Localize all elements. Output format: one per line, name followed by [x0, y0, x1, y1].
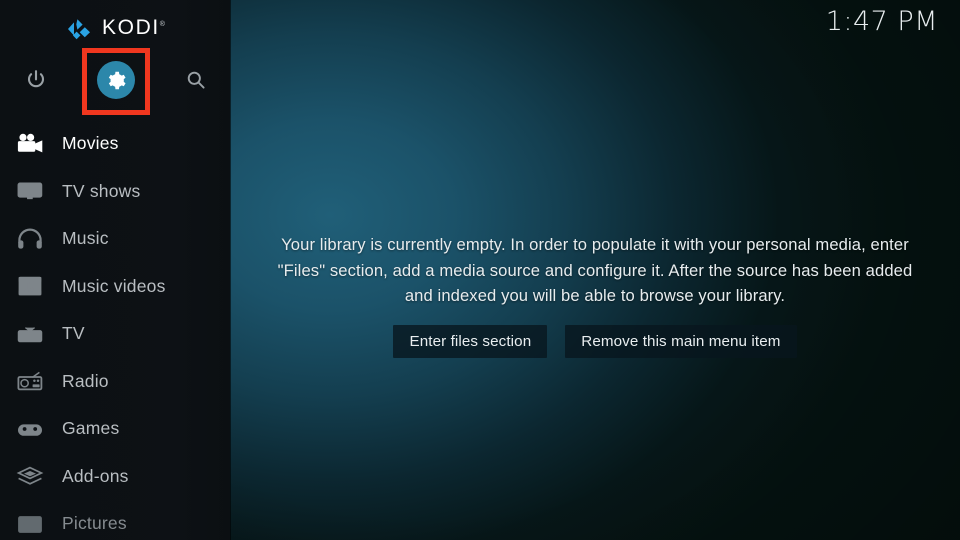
picture-icon	[10, 508, 50, 540]
remove-main-menu-item-button[interactable]: Remove this main menu item	[565, 324, 797, 358]
sidebar-item-music-videos[interactable]: Music videos	[0, 263, 230, 311]
kodi-home-screen: 1:47 PM KODI® Movies TV shows Music Musi…	[0, 0, 960, 540]
sidebar-item-tv-shows[interactable]: TV shows	[0, 168, 230, 216]
sidebar-item-add-ons[interactable]: Add-ons	[0, 453, 230, 501]
gear-icon	[108, 71, 126, 89]
sidebar-item-label: Radio	[62, 370, 109, 391]
sidebar-item-label: Movies	[62, 133, 119, 154]
sidebar-item-music[interactable]: Music	[0, 215, 230, 263]
sidebar-item-label: Music	[62, 228, 109, 249]
search-button[interactable]	[172, 56, 220, 104]
clock: 1:47 PM	[825, 6, 938, 37]
kodi-logo: KODI®	[0, 14, 230, 44]
sidebar-item-label: Games	[62, 418, 120, 439]
sidebar-item-label: Add-ons	[62, 465, 129, 486]
sidebar-item-label: TV	[62, 323, 85, 344]
sidebar-item-label: Music videos	[62, 275, 166, 296]
settings-button[interactable]	[92, 56, 140, 104]
kodi-logo-icon	[68, 19, 91, 40]
sidebar-item-label: TV shows	[62, 180, 141, 201]
gamepad-icon	[10, 413, 50, 445]
sidebar-item-radio[interactable]: Radio	[0, 358, 230, 406]
main-menu: Movies TV shows Music Music videos TV Ra…	[0, 120, 230, 540]
sidebar-top-actions	[0, 56, 230, 106]
main-content: Your library is currently empty. In orde…	[230, 0, 960, 540]
sidebar-item-pictures[interactable]: Pictures	[0, 500, 230, 540]
trademark-symbol: ®	[159, 21, 165, 28]
sidebar-item-games[interactable]: Games	[0, 405, 230, 453]
search-icon	[187, 71, 205, 89]
movie-camera-icon	[10, 128, 50, 160]
settings-circle	[97, 61, 135, 99]
action-button-row: Enter files section Remove this main men…	[393, 324, 797, 358]
addon-box-icon	[10, 460, 50, 492]
empty-library-message: Your library is currently empty. In orde…	[277, 235, 913, 305]
music-film-icon	[10, 270, 50, 302]
sidebar: KODI® Movies TV shows Music Music videos…	[0, 0, 230, 540]
kodi-logo-text: KODI®	[102, 16, 165, 39]
power-icon	[27, 70, 45, 88]
power-button[interactable]	[12, 56, 60, 104]
radio-icon	[10, 365, 50, 397]
sidebar-item-movies[interactable]: Movies	[0, 120, 230, 168]
monitor-icon	[10, 175, 50, 207]
sidebar-item-label: Pictures	[62, 513, 127, 534]
enter-files-section-button[interactable]: Enter files section	[393, 324, 548, 358]
headphones-icon	[10, 223, 50, 255]
sidebar-item-tv[interactable]: TV	[0, 310, 230, 358]
television-icon	[10, 318, 50, 350]
